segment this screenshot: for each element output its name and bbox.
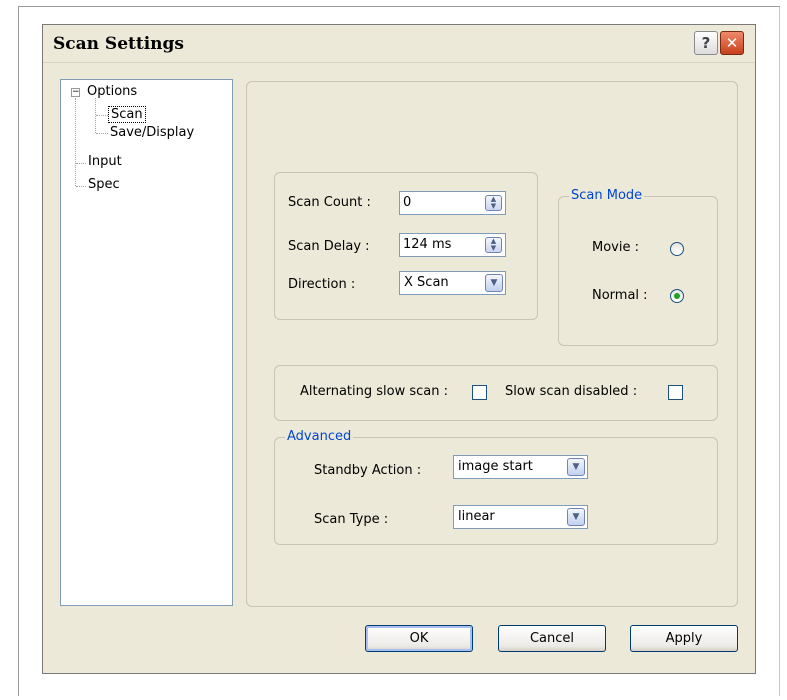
chevron-down-icon[interactable]: ▼	[567, 508, 585, 526]
dialog-title: Scan Settings	[53, 34, 184, 54]
tree-item-options[interactable]: Options	[87, 84, 137, 99]
scan-type-label: Scan Type :	[314, 512, 389, 527]
scan-type-value: linear	[458, 509, 495, 524]
tree-line	[76, 186, 86, 187]
standby-action-label: Standby Action :	[314, 463, 422, 478]
tree-line	[75, 98, 76, 186]
normal-label: Normal :	[592, 288, 648, 303]
alternating-slow-scan-checkbox[interactable]	[472, 385, 487, 400]
alternating-slow-scan-label: Alternating slow scan :	[300, 384, 448, 399]
tree-line	[76, 163, 86, 164]
scan-delay-stepper[interactable]: 124 ms ▲ ▼	[399, 233, 506, 257]
movie-label: Movie :	[592, 240, 639, 255]
tree-line	[96, 133, 108, 134]
tree-item-scan[interactable]: Scan	[108, 106, 146, 123]
cancel-button[interactable]: Cancel	[498, 625, 606, 652]
apply-button[interactable]: Apply	[630, 625, 738, 652]
scan-type-select[interactable]: linear ▼	[453, 505, 588, 529]
advanced-group: Advanced Standby Action : image start ▼ …	[274, 429, 718, 545]
radio-selected-dot	[674, 293, 680, 299]
scan-delay-value: 124 ms	[403, 237, 452, 252]
chevron-down-icon[interactable]: ▼	[567, 458, 585, 476]
spin-arrows-icon[interactable]: ▲ ▼	[485, 237, 502, 253]
help-button[interactable]: ?	[694, 31, 718, 55]
help-icon: ?	[701, 34, 711, 52]
direction-select[interactable]: X Scan ▼	[399, 271, 506, 295]
scan-count-label: Scan Count :	[288, 195, 371, 210]
scan-mode-title: Scan Mode	[569, 188, 645, 203]
spin-arrows-icon[interactable]: ▲ ▼	[485, 195, 502, 211]
direction-value: X Scan	[404, 275, 449, 290]
scan-mode-group: Scan Mode Movie : Normal :	[558, 188, 718, 346]
tree-item-spec[interactable]: Spec	[88, 177, 120, 192]
chevron-down-icon[interactable]: ▼	[485, 274, 503, 292]
direction-label: Direction :	[288, 277, 356, 292]
scan-delay-label: Scan Delay :	[288, 239, 370, 254]
settings-tree[interactable]: − Options Scan Save/Display Input Spec	[60, 79, 233, 606]
slow-scan-disabled-checkbox[interactable]	[668, 385, 683, 400]
tree-line	[96, 115, 108, 116]
title-bar: Scan Settings ? ✕	[43, 25, 755, 63]
advanced-title: Advanced	[285, 429, 354, 444]
scan-options-panel: Scan Count : 0 ▲ ▼ Scan Delay : 124 ms ▲ ▼…	[246, 81, 738, 607]
close-icon: ✕	[725, 34, 739, 52]
standby-action-value: image start	[458, 459, 533, 474]
tree-item-input[interactable]: Input	[88, 154, 122, 169]
movie-radio[interactable]	[670, 242, 684, 256]
close-button[interactable]: ✕	[720, 31, 744, 55]
slow-scan-disabled-label: Slow scan disabled :	[505, 384, 638, 399]
tree-item-save-display[interactable]: Save/Display	[110, 125, 194, 140]
scan-settings-dialog: Scan Settings ? ✕ − Options Scan Save/Di…	[42, 24, 756, 674]
standby-action-select[interactable]: image start ▼	[453, 455, 588, 479]
collapse-icon[interactable]: −	[71, 88, 80, 97]
scan-group: Scan Count : 0 ▲ ▼ Scan Delay : 124 ms ▲ ▼…	[274, 172, 538, 320]
slow-scan-group: Alternating slow scan : Slow scan disabl…	[274, 365, 718, 421]
scan-count-value: 0	[403, 195, 412, 210]
scan-count-stepper[interactable]: 0 ▲ ▼	[399, 191, 506, 215]
normal-radio[interactable]	[670, 289, 684, 303]
ok-button[interactable]: OK	[365, 625, 473, 652]
